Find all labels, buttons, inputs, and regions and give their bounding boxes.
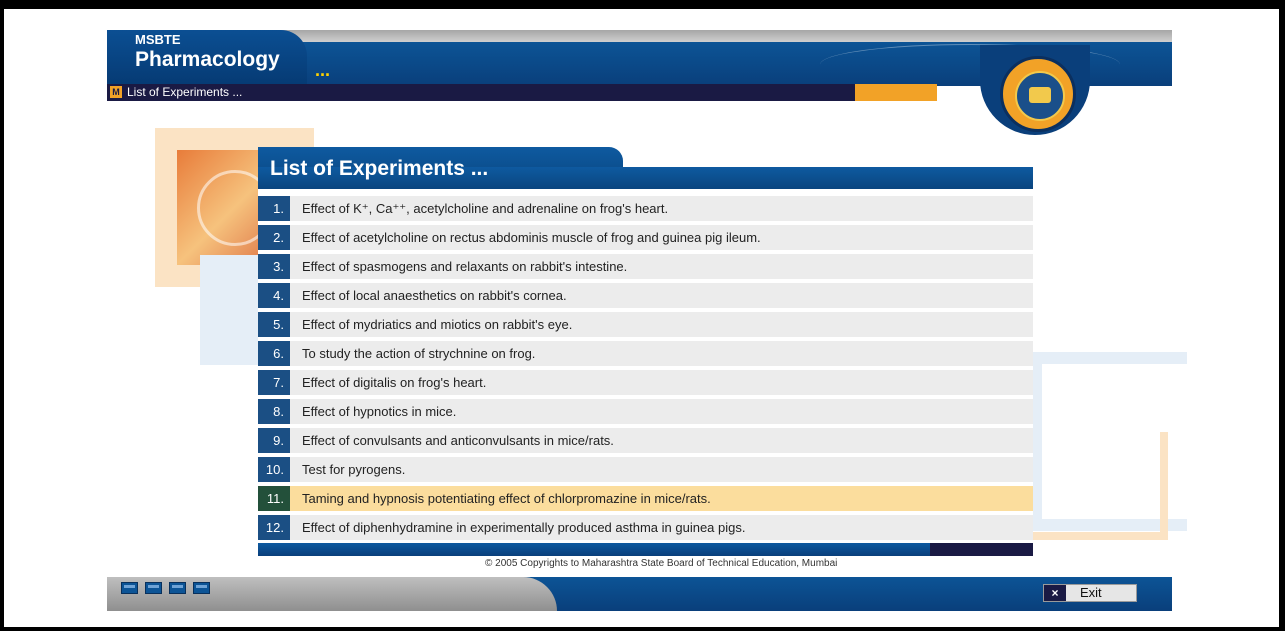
experiment-label: Effect of mydriatics and miotics on rabb… [302,317,573,332]
experiment-label: Taming and hypnosis potentiating effect … [302,491,711,506]
experiment-label: Effect of acetylcholine on rectus abdomi… [302,230,761,245]
experiment-item[interactable]: 10. Test for pyrogens. [258,457,1033,482]
experiment-number: 4. [258,283,290,308]
breadcrumb-label: List of Experiments ... [127,85,243,99]
experiment-number: 12. [258,515,290,540]
experiment-number: 3. [258,254,290,279]
copyright-text: © 2005 Copyrights to Maharashtra State B… [485,558,838,569]
experiment-number: 2. [258,225,290,250]
experiment-number: 6. [258,341,290,366]
panel-footer-accent [930,543,1033,556]
logo-emblem [1015,71,1065,121]
experiment-item[interactable]: 9. Effect of convulsants and anticonvulsa… [258,428,1033,453]
experiment-item[interactable]: 7. Effect of digitalis on frog's heart. [258,370,1033,395]
experiment-label: Effect of spasmogens and relaxants on ra… [302,259,628,274]
experiment-number: 1. [258,196,290,221]
screen-frame: MSBTE Pharmacology ... M List of Experim… [0,0,1285,631]
experiment-label: Effect of hypnotics in mice. [302,404,457,419]
experiment-label: Effect of local anaesthetics on rabbit's… [302,288,567,303]
panel-footer [258,543,1033,556]
experiment-item[interactable]: 6. To study the action of strychnine on f… [258,341,1033,366]
experiment-item[interactable]: 1. Effect of K⁺, Ca⁺⁺, acetylcholine and … [258,196,1033,221]
background-shape-right-orange [1020,432,1168,540]
msbte-logo [1000,56,1076,132]
window-button-2[interactable] [145,582,162,594]
experiment-label: Effect of K⁺, Ca⁺⁺, acetylcholine and ad… [302,201,669,216]
window-button-4[interactable] [193,582,210,594]
experiment-item[interactable]: 2. Effect of acetylcholine on rectus abdo… [258,225,1033,250]
experiment-label: Effect of convulsants and anticonvulsant… [302,433,614,448]
experiment-label: To study the action of strychnine on fro… [302,346,536,361]
experiment-item[interactable]: 11. Taming and hypnosis potentiating effe… [258,486,1033,511]
panel-title: List of Experiments ... [270,157,489,180]
exit-button[interactable]: × Exit [1043,584,1137,602]
close-icon: × [1044,585,1066,601]
experiment-item[interactable]: 4. Effect of local anaesthetics on rabbit… [258,283,1033,308]
menu-icon[interactable]: M [110,86,122,98]
experiment-number: 10. [258,457,290,482]
experiment-item[interactable]: 8. Effect of hypnotics in mice. [258,399,1033,424]
experiment-number: 7. [258,370,290,395]
experiment-item[interactable]: 5. Effect of mydriatics and miotics on ra… [258,312,1033,337]
brand-dots: ... [315,60,331,80]
experiment-number: 8. [258,399,290,424]
exit-label: Exit [1080,585,1102,600]
brand-subtitle: MSBTE [135,32,181,47]
experiment-number: 5. [258,312,290,337]
experiment-label: Effect of diphenhydramine in experimenta… [302,520,746,535]
experiment-number: 9. [258,428,290,453]
window-button-3[interactable] [169,582,186,594]
book-icon [1029,87,1051,103]
breadcrumb-accent [855,84,937,101]
experiment-number: 11. [258,486,290,511]
brand-title: Pharmacology [135,48,280,71]
experiment-label: Test for pyrogens. [302,462,406,477]
experiment-label: Effect of digitalis on frog's heart. [302,375,487,390]
window-button-1[interactable] [121,582,138,594]
experiment-item[interactable]: 12. Effect of diphenhydramine in experime… [258,515,1033,540]
experiment-item[interactable]: 3. Effect of spasmogens and relaxants on … [258,254,1033,279]
experiment-list: 1. Effect of K⁺, Ca⁺⁺, acetylcholine and … [258,196,1033,544]
